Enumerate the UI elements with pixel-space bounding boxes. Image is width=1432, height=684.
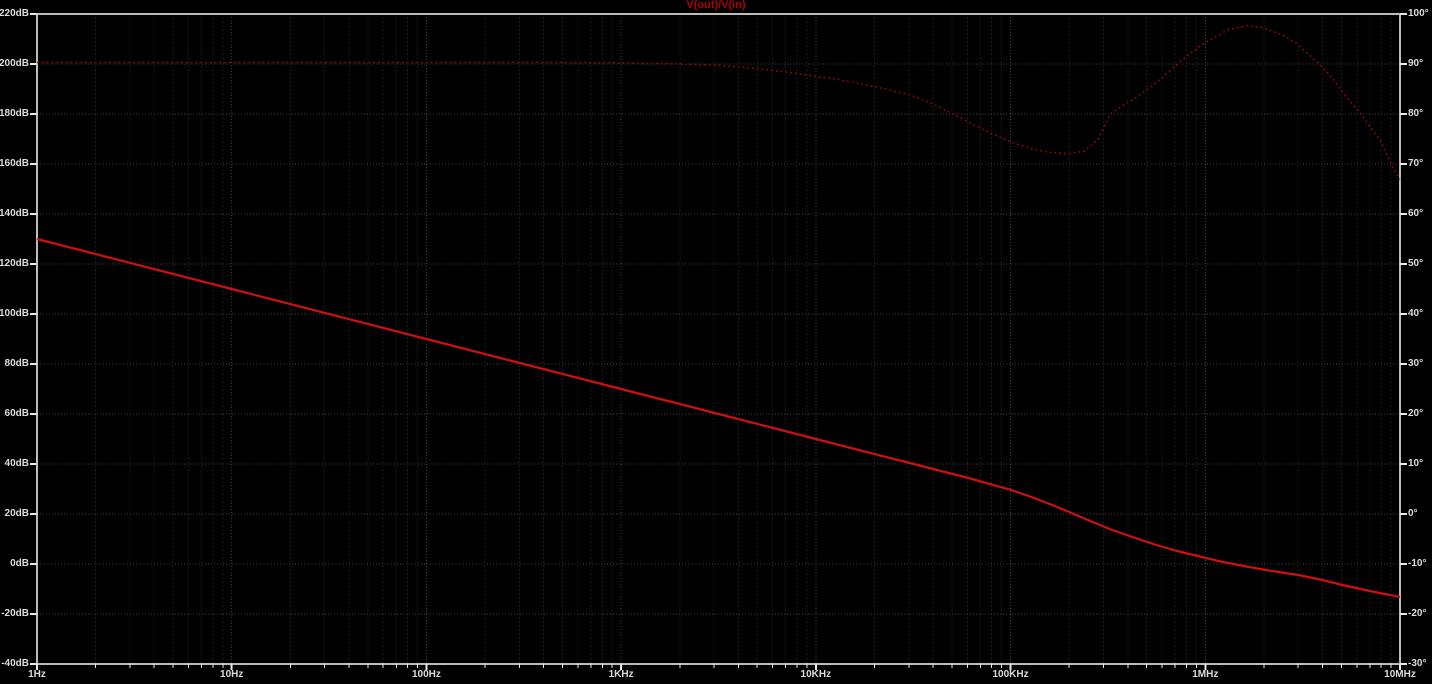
x-tick-label: 100KHz (992, 669, 1029, 680)
x-tick-label: 10Hz (220, 669, 244, 680)
x-tick-label: 1MHz (1192, 669, 1219, 680)
x-axis-frequency[interactable]: 1Hz 10Hz 100Hz 1KHz 10KHz 100KHz 1MHz 10MHz (0, 0, 1432, 684)
x-tick-label: 1Hz (28, 669, 46, 680)
x-tick-label: 1KHz (608, 669, 634, 680)
x-tick-label: 10KHz (800, 669, 832, 680)
x-tick-label: 10MHz (1384, 669, 1416, 680)
x-tick-label: 100Hz (411, 669, 441, 680)
ltspice-waveform-plot: V(out)/V(in) 220dB 200dB 180dB 160dB 140dB 12… (0, 0, 1432, 684)
